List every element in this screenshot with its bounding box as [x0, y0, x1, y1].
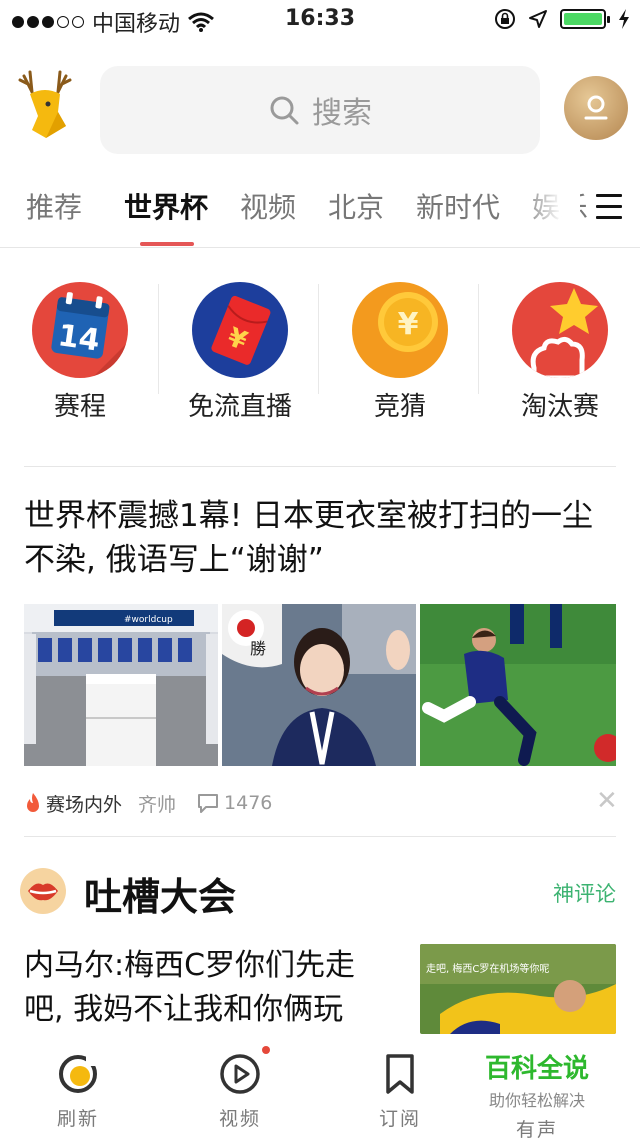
locker-room-photo: #worldcup — [24, 604, 218, 766]
battery-icon — [560, 9, 610, 29]
quick-link-label: 免流直播 — [187, 392, 292, 422]
svg-text:勝: 勝 — [250, 639, 266, 658]
lips-icon — [20, 868, 66, 914]
calendar-14-icon: 14 — [32, 282, 128, 378]
comment-count-value: 1476 — [224, 792, 273, 814]
fan-photo: 勝 — [222, 604, 416, 766]
quick-link-schedule[interactable]: 14 赛程 — [0, 280, 160, 430]
section-divider — [24, 466, 616, 467]
tab-worldcup[interactable]: 世界杯 — [124, 186, 208, 226]
svg-text:#worldcup: #worldcup — [124, 615, 173, 625]
roast-headline[interactable]: 内马尔:梅西C罗你们先走吧, 我妈不让我和你俩玩 — [24, 944, 394, 1032]
nav-subscribe[interactable]: 订阅 — [340, 1052, 460, 1131]
tab-fade — [520, 176, 580, 246]
status-bar: 中国移动 16:33 — [0, 0, 640, 40]
tab-beijing[interactable]: 北京 — [328, 186, 384, 226]
nav-label-audio[interactable]: 有声 — [472, 1115, 602, 1142]
refresh-icon — [59, 1054, 98, 1093]
search-icon — [270, 96, 299, 125]
ad-subtitle: 助你轻松解决 — [488, 1091, 585, 1110]
ad-banner[interactable]: 百科全说 助你轻松解决 有声 — [472, 1048, 602, 1142]
fire-icon — [27, 793, 39, 812]
roast-thumbnail[interactable]: 走吧, 梅西C罗在机场等你呢 — [420, 944, 616, 1034]
tab-recommend[interactable]: 推荐 — [26, 186, 82, 226]
star-trophy-icon — [512, 282, 608, 378]
status-indicators — [494, 8, 630, 30]
tab-video[interactable]: 视频 — [240, 186, 296, 226]
channel-menu-icon[interactable] — [596, 194, 622, 222]
nav-label: 刷新 — [56, 1108, 99, 1130]
search-placeholder: 搜索 — [312, 96, 372, 131]
roast-thumb-caption: 走吧, 梅西C罗在机场等你呢 — [426, 964, 550, 975]
nav-refresh[interactable]: 刷新 — [18, 1052, 138, 1131]
calendar-number: 14 — [56, 318, 102, 358]
quick-link-label: 赛程 — [53, 392, 106, 422]
roast-section-title: 吐槽大会 — [84, 875, 237, 919]
section-divider — [24, 836, 616, 837]
bottom-nav: 刷新 视频 订阅 百科全说 助你轻松解决 有声 — [0, 1040, 640, 1141]
article-source[interactable]: 赛场内外 — [46, 790, 122, 817]
quick-link-free-live[interactable]: ¥ 免流直播 — [160, 280, 320, 430]
hot-comments-link[interactable]: 神评论 — [553, 878, 616, 908]
dismiss-close-icon[interactable]: ✕ — [596, 788, 618, 814]
quick-link-guess[interactable]: ¥ 竞猜 — [320, 280, 480, 430]
quick-link-knockout[interactable]: 淘汰赛 — [480, 280, 640, 430]
location-arrow-icon — [529, 10, 547, 28]
nav-video[interactable]: 视频 — [180, 1046, 300, 1131]
active-tab-indicator — [140, 242, 194, 246]
app-header: 搜索 — [0, 60, 640, 160]
deer-logo-icon[interactable] — [18, 68, 72, 138]
nav-label: 订阅 — [378, 1108, 421, 1130]
article-meta: 赛场内外 齐帅 1476 — [24, 788, 616, 818]
channel-tabs: 推荐 世界杯 视频 北京 新时代 娱乐 — [0, 176, 640, 248]
match-photo — [420, 604, 616, 766]
article-author: 齐帅 — [138, 793, 177, 816]
user-icon — [584, 95, 608, 120]
bookmark-icon — [386, 1054, 414, 1094]
search-bar[interactable]: 搜索 — [100, 66, 540, 154]
comment-count[interactable]: 1476 — [196, 792, 272, 814]
red-envelope-icon: ¥ — [192, 282, 288, 378]
article-thumbnails[interactable]: #worldcup 勝 — [24, 604, 616, 766]
quick-link-label: 竞猜 — [373, 392, 426, 422]
quick-link-label: 淘汰赛 — [520, 392, 599, 422]
charging-bolt-icon — [619, 9, 629, 29]
ad-title: 百科全说 — [484, 1054, 589, 1084]
nav-label: 视频 — [218, 1108, 261, 1130]
tab-new-era[interactable]: 新时代 — [416, 186, 500, 226]
notification-dot — [262, 1046, 270, 1054]
play-icon — [220, 1054, 260, 1094]
coin-symbol: ¥ — [398, 307, 419, 342]
user-avatar[interactable] — [564, 76, 628, 140]
article-title[interactable]: 世界杯震撼1幕! 日本更衣室被打扫的一尘不染, 俄语写上“谢谢” — [24, 494, 620, 582]
gold-coin-icon: ¥ — [352, 282, 448, 378]
comment-icon — [198, 794, 219, 813]
quick-links: 14 赛程 ¥ 免流直播 ¥ 竞猜 淘汰赛 — [0, 280, 640, 430]
rotation-lock-icon — [495, 9, 515, 29]
